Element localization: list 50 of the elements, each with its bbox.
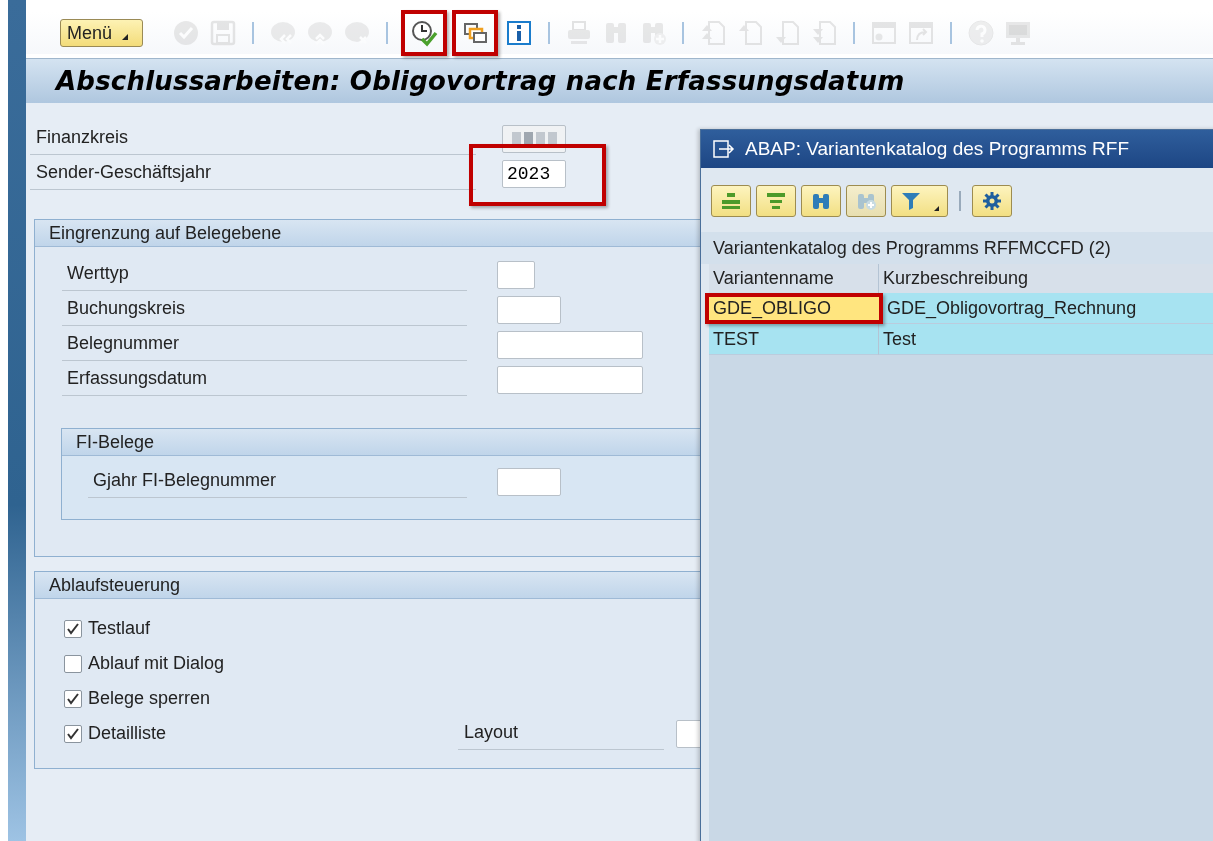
input-field[interactable] bbox=[497, 330, 643, 359]
field-label: Layout bbox=[458, 717, 664, 750]
variants-icon[interactable] bbox=[452, 10, 499, 56]
checkbox[interactable] bbox=[64, 689, 82, 708]
checkbox-label: Testlauf bbox=[88, 618, 151, 639]
gear-button[interactable] bbox=[972, 185, 1012, 217]
field-label: Gjahr FI-Belegnummer bbox=[88, 465, 467, 498]
group-title: FI-Belege bbox=[76, 431, 155, 453]
input-field[interactable] bbox=[497, 365, 643, 394]
checkbox-label: Ablauf mit Dialog bbox=[88, 653, 225, 674]
checkbox-label: Belege sperren bbox=[88, 688, 211, 709]
menu-button[interactable]: Menü bbox=[60, 19, 144, 47]
checkbox[interactable] bbox=[64, 654, 82, 673]
input-field[interactable]: 2023 bbox=[502, 159, 566, 188]
field-label: Belegnummer bbox=[62, 328, 467, 361]
gear-icon bbox=[981, 191, 1003, 211]
checkbox[interactable] bbox=[64, 724, 82, 743]
info-icon[interactable] bbox=[505, 19, 534, 47]
field-label: Erfassungsdatum bbox=[62, 363, 467, 396]
field-label: Finanzkreis bbox=[30, 122, 476, 155]
table-cell[interactable]: GDE_Obligovortrag_Rechnung bbox=[883, 293, 1213, 324]
table-cell[interactable]: GDE_OBLIGO bbox=[705, 293, 883, 324]
dialog-title: ABAP: Variantenkatalog des Programms RFF bbox=[745, 138, 1130, 160]
caret-icon bbox=[934, 206, 939, 211]
input-field[interactable] bbox=[497, 260, 535, 289]
filter-icon bbox=[900, 191, 922, 211]
filter-lines-button[interactable] bbox=[756, 185, 796, 217]
clock-check-icon[interactable] bbox=[401, 10, 448, 56]
group-title: Eingrenzung auf Belegebene bbox=[49, 222, 282, 244]
select-all-button[interactable] bbox=[711, 185, 751, 217]
window-icon bbox=[713, 140, 737, 158]
input-field[interactable] bbox=[497, 467, 561, 496]
field-label: Werttyp bbox=[62, 258, 467, 291]
checkbox-label: Detailliste bbox=[88, 723, 167, 744]
table-cell[interactable]: Test bbox=[879, 324, 1213, 355]
binoculars-button[interactable] bbox=[801, 185, 841, 217]
binoculars-icon bbox=[810, 191, 832, 211]
filter-button[interactable] bbox=[891, 185, 948, 217]
select-all-icon bbox=[720, 191, 742, 211]
field-label: Buchungskreis bbox=[62, 293, 467, 326]
group-title: Ablaufsteuerung bbox=[49, 574, 181, 596]
list-caption: Variantenkatalog des Programms RFFMCCFD (2) bbox=[701, 232, 1213, 264]
filter-lines-icon bbox=[765, 191, 787, 211]
table-cell[interactable]: TEST bbox=[709, 324, 879, 355]
checkbox[interactable] bbox=[64, 619, 82, 638]
caret-icon bbox=[122, 34, 129, 40]
input-field[interactable] bbox=[497, 295, 561, 324]
screen-title: Abschlussarbeiten: Obligovortrag nach Erfassungsdatum bbox=[56, 66, 905, 96]
binoculars-plus-icon bbox=[855, 191, 877, 211]
field-label: Sender-Geschäftsjahr bbox=[30, 157, 476, 190]
